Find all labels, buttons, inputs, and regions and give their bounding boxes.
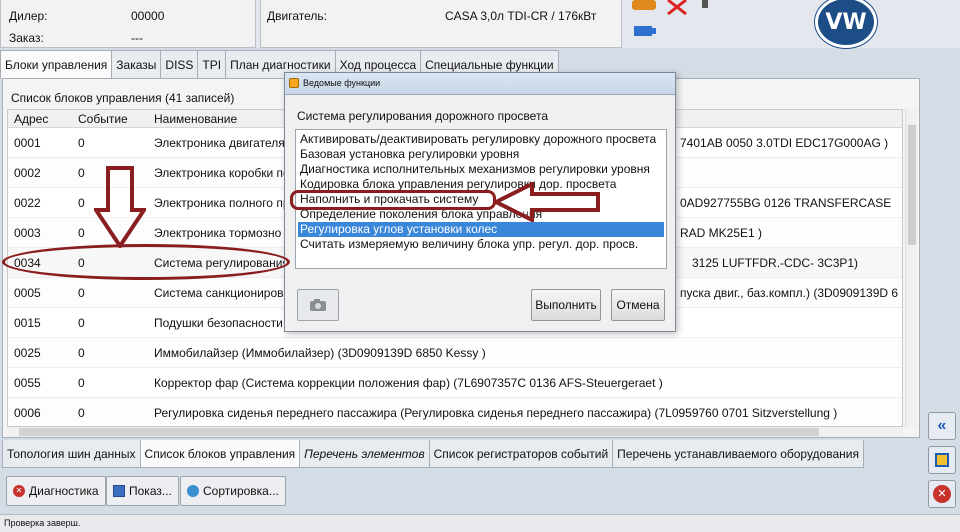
cell-address: 0015 (14, 316, 41, 330)
tab-installed-equipment[interactable]: Перечень устанавливаемого оборудования (612, 440, 864, 468)
cell-name: Электроника двигателя (154, 136, 285, 150)
cell-event: 0 (78, 406, 85, 420)
vw-logo: VW (815, 0, 877, 48)
list-item[interactable]: Диагностика исполнительных механизмов ре… (298, 162, 664, 177)
close-icon: ✕ (933, 485, 951, 503)
cell-name: Электроника тормозно (154, 226, 282, 240)
sort-button[interactable]: Сортировка... (180, 476, 286, 506)
cell-address: 0002 (14, 166, 41, 180)
column-name[interactable]: Наименование (154, 112, 237, 126)
show-button[interactable]: Показ... (106, 476, 179, 506)
dealer-info-box: Дилер: 00000 Заказ: --- (0, 0, 256, 48)
diagnostics-icon: ✕ (13, 485, 25, 497)
engine-info-box: Двигатель: CASA 3,0л TDI-CR / 176кВт (260, 0, 622, 48)
cell-name: Подушки безопасности (154, 316, 283, 330)
header: Дилер: 00000 Заказ: --- Двигатель: CASA … (0, 0, 960, 48)
list-item-selected[interactable]: Регулировка углов установки колес (298, 222, 664, 237)
cell-event: 0 (78, 376, 85, 390)
frame-button[interactable] (928, 446, 956, 474)
tab-orders[interactable]: Заказы (111, 50, 162, 78)
cell-event: 0 (78, 286, 85, 300)
table-row[interactable]: 0006 0 Регулировка сиденья переднего пас… (8, 398, 902, 426)
tab-tpi[interactable]: TPI (197, 50, 227, 78)
list-item[interactable]: Базовая установка регулировки уровня (298, 147, 664, 162)
cell-event: 0 (78, 316, 85, 330)
cell-event: 0 (78, 346, 85, 360)
window-icon (113, 485, 125, 497)
row-highlight-annotation (2, 244, 290, 280)
order-value: --- (131, 31, 143, 45)
cell-event: 0 (78, 226, 85, 240)
close-button[interactable]: ✕ (928, 480, 956, 508)
dialog-title: Ведомые функции (303, 78, 381, 88)
tab-event-recorders[interactable]: Список регистраторов событий (428, 440, 614, 468)
item-highlight-annotation (290, 190, 496, 210)
diagnostics-button[interactable]: ✕ Диагностика (6, 476, 106, 506)
cell-event: 0 (78, 136, 85, 150)
cell-details: 3125 LUFTFDR.-CDC- 3C3P1) (692, 256, 859, 270)
vertical-scrollbar[interactable] (905, 109, 917, 427)
list-item[interactable]: Активировать/деактивировать регулировку … (298, 132, 664, 147)
cell-address: 0003 (14, 226, 41, 240)
show-label: Показ... (129, 484, 172, 498)
cell-details: 7401AB 0050 3.0TDI EDC17G000AG ) (680, 136, 889, 150)
engine-label: Двигатель: (267, 9, 327, 23)
vertical-scroll-thumb[interactable] (908, 125, 916, 245)
tab-control-units[interactable]: Блоки управления (0, 50, 113, 79)
cell-address: 0022 (14, 196, 41, 210)
dialog-heading: Система регулирования дорожного просвета (297, 109, 548, 123)
side-nav: « ✕ (924, 408, 960, 514)
cancel-button[interactable]: Отмена (611, 289, 665, 321)
cell-event: 0 (78, 196, 85, 210)
panel-title: Список блоков управления (41 записей) (11, 91, 235, 105)
dealer-label: Дилер: (9, 9, 48, 23)
cell-address: 0055 (14, 376, 41, 390)
cell-name: Регулировка сиденья переднего пассажира … (154, 406, 838, 420)
tab-bus-topology[interactable]: Топология шин данных (2, 440, 141, 468)
order-label: Заказ: (9, 31, 44, 45)
cell-name: Электроника коробки пе (154, 166, 290, 180)
frame-icon (935, 453, 949, 467)
bottom-tabs: Топология шин данных Список блоков управ… (2, 440, 864, 468)
cell-name: Система санкционирова (154, 286, 291, 300)
cell-name: Корректор фар (Система коррекции положен… (154, 376, 663, 390)
tab-control-unit-list[interactable]: Список блоков управления (139, 440, 301, 468)
dealer-value: 00000 (131, 9, 165, 23)
camera-icon (310, 299, 326, 311)
vehicle-status-icon (632, 0, 712, 36)
camera-button[interactable] (297, 289, 339, 321)
horizontal-scrollbar[interactable] (7, 427, 903, 437)
list-item[interactable]: Считать измеряемую величину блока упр. р… (298, 237, 664, 252)
cell-event: 0 (78, 166, 85, 180)
table-row[interactable]: 0025 0 Иммобилайзер (Иммобилайзер) (3D09… (8, 338, 902, 368)
cell-address: 0005 (14, 286, 41, 300)
cell-name: Иммобилайзер (Иммобилайзер) (3D0909139D … (154, 346, 486, 360)
column-address[interactable]: Адрес (14, 112, 48, 126)
dialog-title-bar[interactable]: Ведомые функции (285, 73, 675, 95)
cell-name: Электроника полного пр (154, 196, 290, 210)
tab-element-list[interactable]: Перечень элементов (299, 440, 430, 468)
tab-diss[interactable]: DISS (160, 50, 199, 78)
cell-details: RAD MK25E1 ) (680, 226, 763, 240)
engine-value: CASA 3,0л TDI-CR / 176кВт (445, 9, 597, 23)
down-arrow-annotation (94, 166, 146, 248)
status-bar: Проверка заверш. (0, 514, 960, 532)
cell-address: 0006 (14, 406, 41, 420)
header-status-icons (628, 0, 712, 48)
column-event[interactable]: Событие (78, 112, 128, 126)
horizontal-scroll-thumb[interactable] (19, 428, 819, 436)
cell-address: 0025 (14, 346, 41, 360)
table-row[interactable]: 0055 0 Корректор фар (Система коррекции … (8, 368, 902, 398)
back-button[interactable]: « (928, 412, 956, 440)
diagnostics-label: Диагностика (29, 484, 99, 498)
cell-details: 0AD927755BG 0126 TRANSFERCASE (680, 196, 892, 210)
app-icon (289, 78, 299, 88)
cell-address: 0001 (14, 136, 41, 150)
left-arrow-annotation (494, 182, 600, 222)
cell-details: пуска двиг., баз.компл.) (3D0909139D 6 (680, 286, 899, 300)
sort-icon (187, 485, 199, 497)
sort-label: Сортировка... (203, 484, 279, 498)
execute-button[interactable]: Выполнить (531, 289, 601, 321)
double-chevron-left-icon: « (937, 417, 947, 434)
